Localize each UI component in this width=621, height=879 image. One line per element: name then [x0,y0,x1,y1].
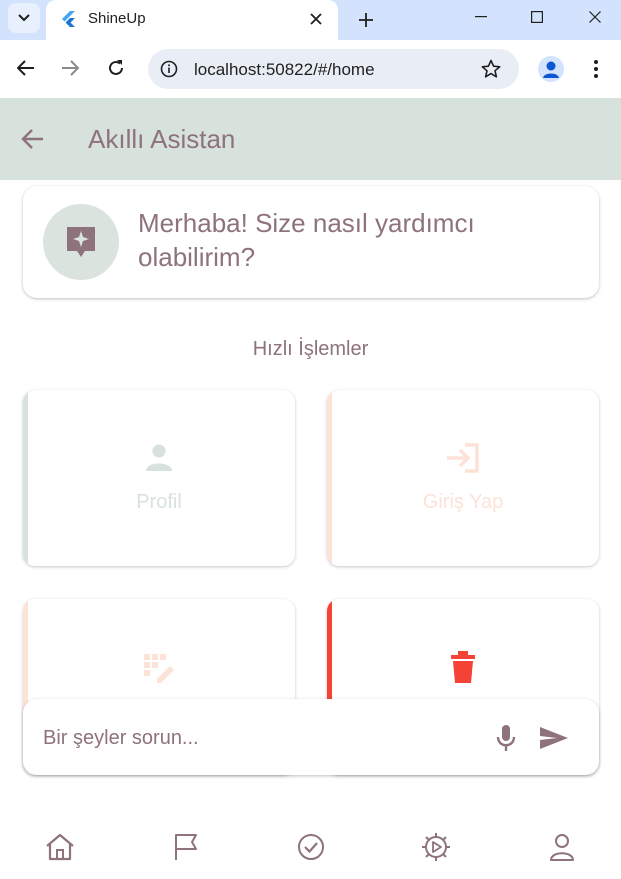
close-window-icon[interactable] [572,0,618,34]
login-action-label: Giriş Yap [422,491,504,513]
plus-icon[interactable] [352,6,380,34]
chat-input[interactable] [43,725,473,751]
address-bar[interactable]: localhost:50822/#/home [148,49,519,89]
flag-icon[interactable] [169,830,203,864]
card-accent-stripe [327,390,332,566]
browser-toolbar: localhost:50822/#/home [0,40,621,98]
chat-input-bar [23,699,599,775]
person-icon [23,442,295,472]
tab-search-icon[interactable] [8,3,40,33]
login-icon [327,442,599,474]
user-icon[interactable] [545,830,579,864]
info-icon[interactable] [158,58,180,80]
reload-icon[interactable] [102,54,130,82]
greeting-text: Merhaba! Size nasıl yardımcı olabilirim? [138,208,475,272]
flutter-icon [62,11,75,27]
url-text: localhost:50822/#/home [194,60,375,79]
bottom-navigation [0,810,621,879]
browser-tabstrip: ShineUp [0,0,621,40]
home-icon[interactable] [43,830,77,864]
forward-icon[interactable] [56,54,84,82]
trash-icon [327,651,599,683]
maximize-icon[interactable] [514,0,560,34]
profile-action-label: Profil [136,491,182,513]
gear-play-icon[interactable] [419,830,453,864]
back-arrow-icon[interactable] [20,126,46,152]
star-icon[interactable] [479,57,503,81]
profile-action-card[interactable]: Profil [23,390,295,566]
send-icon[interactable] [538,723,570,753]
login-action-card[interactable]: Giriş Yap [327,390,599,566]
sparkle-chat-icon [67,227,95,257]
browser-tab[interactable]: ShineUp [46,0,338,40]
app-bar: Akıllı Asistan [0,98,621,180]
mic-icon[interactable] [493,723,519,753]
quick-actions-title: Hızlı İşlemler [252,338,369,360]
kebab-icon[interactable] [584,56,608,82]
profile-icon[interactable] [538,56,564,82]
card-accent-stripe [23,390,28,566]
grid-edit-icon [23,653,295,683]
check-circle-icon[interactable] [294,830,328,864]
minimize-icon[interactable] [458,0,504,34]
greeting-card: Merhaba! Size nasıl yardımcı olabilirim? [23,186,599,298]
close-icon[interactable] [304,7,328,31]
page-title: Akıllı Asistan [88,124,236,154]
back-icon[interactable] [12,54,40,82]
assistant-avatar [43,204,119,280]
tab-title: ShineUp [88,10,146,27]
